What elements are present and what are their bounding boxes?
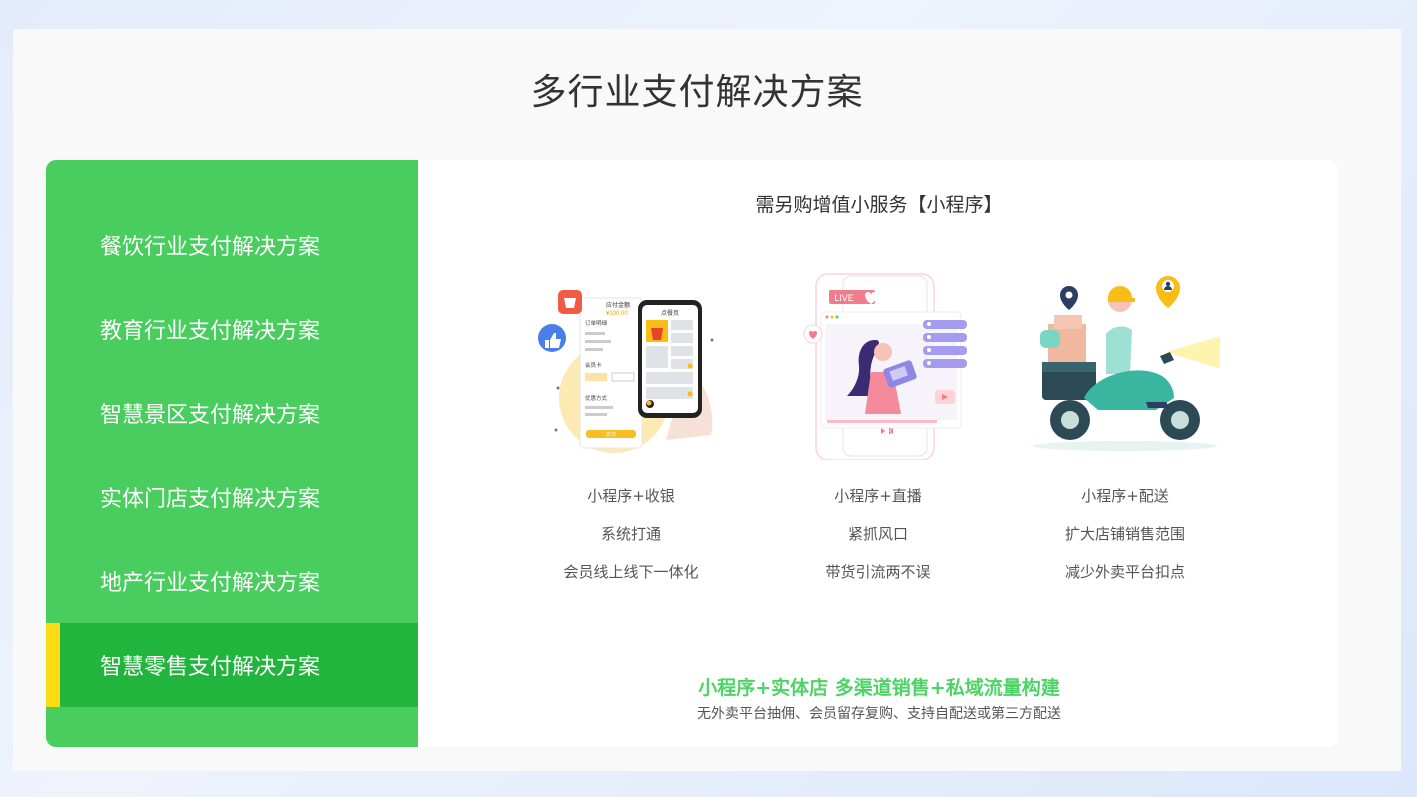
highlight-headline: 小程序+实体店 多渠道销售+私域流量构建 [698, 677, 1060, 699]
feature-card-delivery: 小程序+配送 扩大店铺销售范围 减少外卖平台扣点 [1000, 270, 1250, 590]
mini-program-livestream-illustration: LIVE [803, 273, 967, 460]
card-point: 扩大店铺销售范围 [1064, 525, 1185, 543]
card-title: 小程序+收银 [587, 487, 675, 505]
phone-title-text: 点餐页 [661, 309, 679, 317]
sidebar-item-label: 地产行业支付解决方案 [100, 571, 321, 596]
discount-text: 优惠方式 [585, 394, 608, 402]
solutions-panel: 餐饮行业支付解决方案 教育行业支付解决方案 智慧景区支付解决方案 实体门店支付解… [46, 160, 1338, 747]
card-point: 紧抓风口 [847, 525, 908, 543]
card-point: 减少外卖平台扣点 [1064, 563, 1185, 581]
pay-button-text: 支付 [606, 431, 616, 438]
sidebar-item-label: 智慧零售支付解决方案 [100, 655, 321, 680]
content-subtitle: 需另购增值小服务【小程序】 [755, 194, 1003, 216]
card-title: 小程序+配送 [1081, 487, 1169, 505]
sidebar-item-real-estate[interactable]: 地产行业支付解决方案 [46, 539, 418, 623]
member-card-text: 会员卡 [585, 361, 602, 369]
sidebar-item-label: 实体门店支付解决方案 [100, 487, 321, 512]
card-title: 小程序+直播 [834, 487, 922, 505]
sidebar-item-retail[interactable]: 智慧零售支付解决方案 [46, 623, 418, 707]
card-point: 会员线上线下一体化 [563, 563, 699, 581]
mini-program-delivery-illustration [1033, 276, 1220, 451]
sidebar-item-label: 智慧景区支付解决方案 [100, 403, 321, 428]
mini-program-cashier-illustration: 应付金额 ¥100.00 订单明细 会员卡 优惠方式 支付 点餐页 [538, 290, 714, 453]
sidebar-item-education[interactable]: 教育行业支付解决方案 [46, 287, 418, 371]
card-point: 系统打通 [600, 525, 661, 543]
live-tag-text: LIVE [834, 293, 854, 303]
feature-card-livestream: LIVE 小程序+直播 紧抓风口 带货引流两不误 [753, 270, 1003, 590]
order-info-text: 订单明细 [585, 319, 608, 327]
feature-card-cashier: 应付金额 ¥100.00 订单明细 会员卡 优惠方式 支付 点餐页 小程序+收银… [506, 270, 756, 590]
page-stage: 多行业支付解决方案 餐饮行业支付解决方案 教育行业支付解决方案 智慧景区支付解决… [13, 29, 1401, 771]
solutions-sidebar: 餐饮行业支付解决方案 教育行业支付解决方案 智慧景区支付解决方案 实体门店支付解… [46, 160, 418, 747]
sidebar-item-label: 餐饮行业支付解决方案 [100, 235, 321, 260]
sidebar-item-catering[interactable]: 餐饮行业支付解决方案 [46, 203, 418, 287]
pay-amount-text: 应付金额 [606, 301, 630, 309]
card-point: 带货引流两不误 [825, 563, 931, 581]
page-title: 多行业支付解决方案 [530, 72, 864, 113]
sidebar-item-scenic[interactable]: 智慧景区支付解决方案 [46, 371, 418, 455]
highlight-description: 无外卖平台抽佣、会员留存复购、支持自配送或第三方配送 [697, 706, 1061, 722]
solution-content: 需另购增值小服务【小程序】 应付金额 ¥100.00 订单明细 会员卡 优惠方式… [418, 160, 1338, 747]
sidebar-item-label: 教育行业支付解决方案 [100, 319, 321, 344]
sidebar-item-store[interactable]: 实体门店支付解决方案 [46, 455, 418, 539]
amount-text: ¥100.00 [606, 311, 628, 317]
